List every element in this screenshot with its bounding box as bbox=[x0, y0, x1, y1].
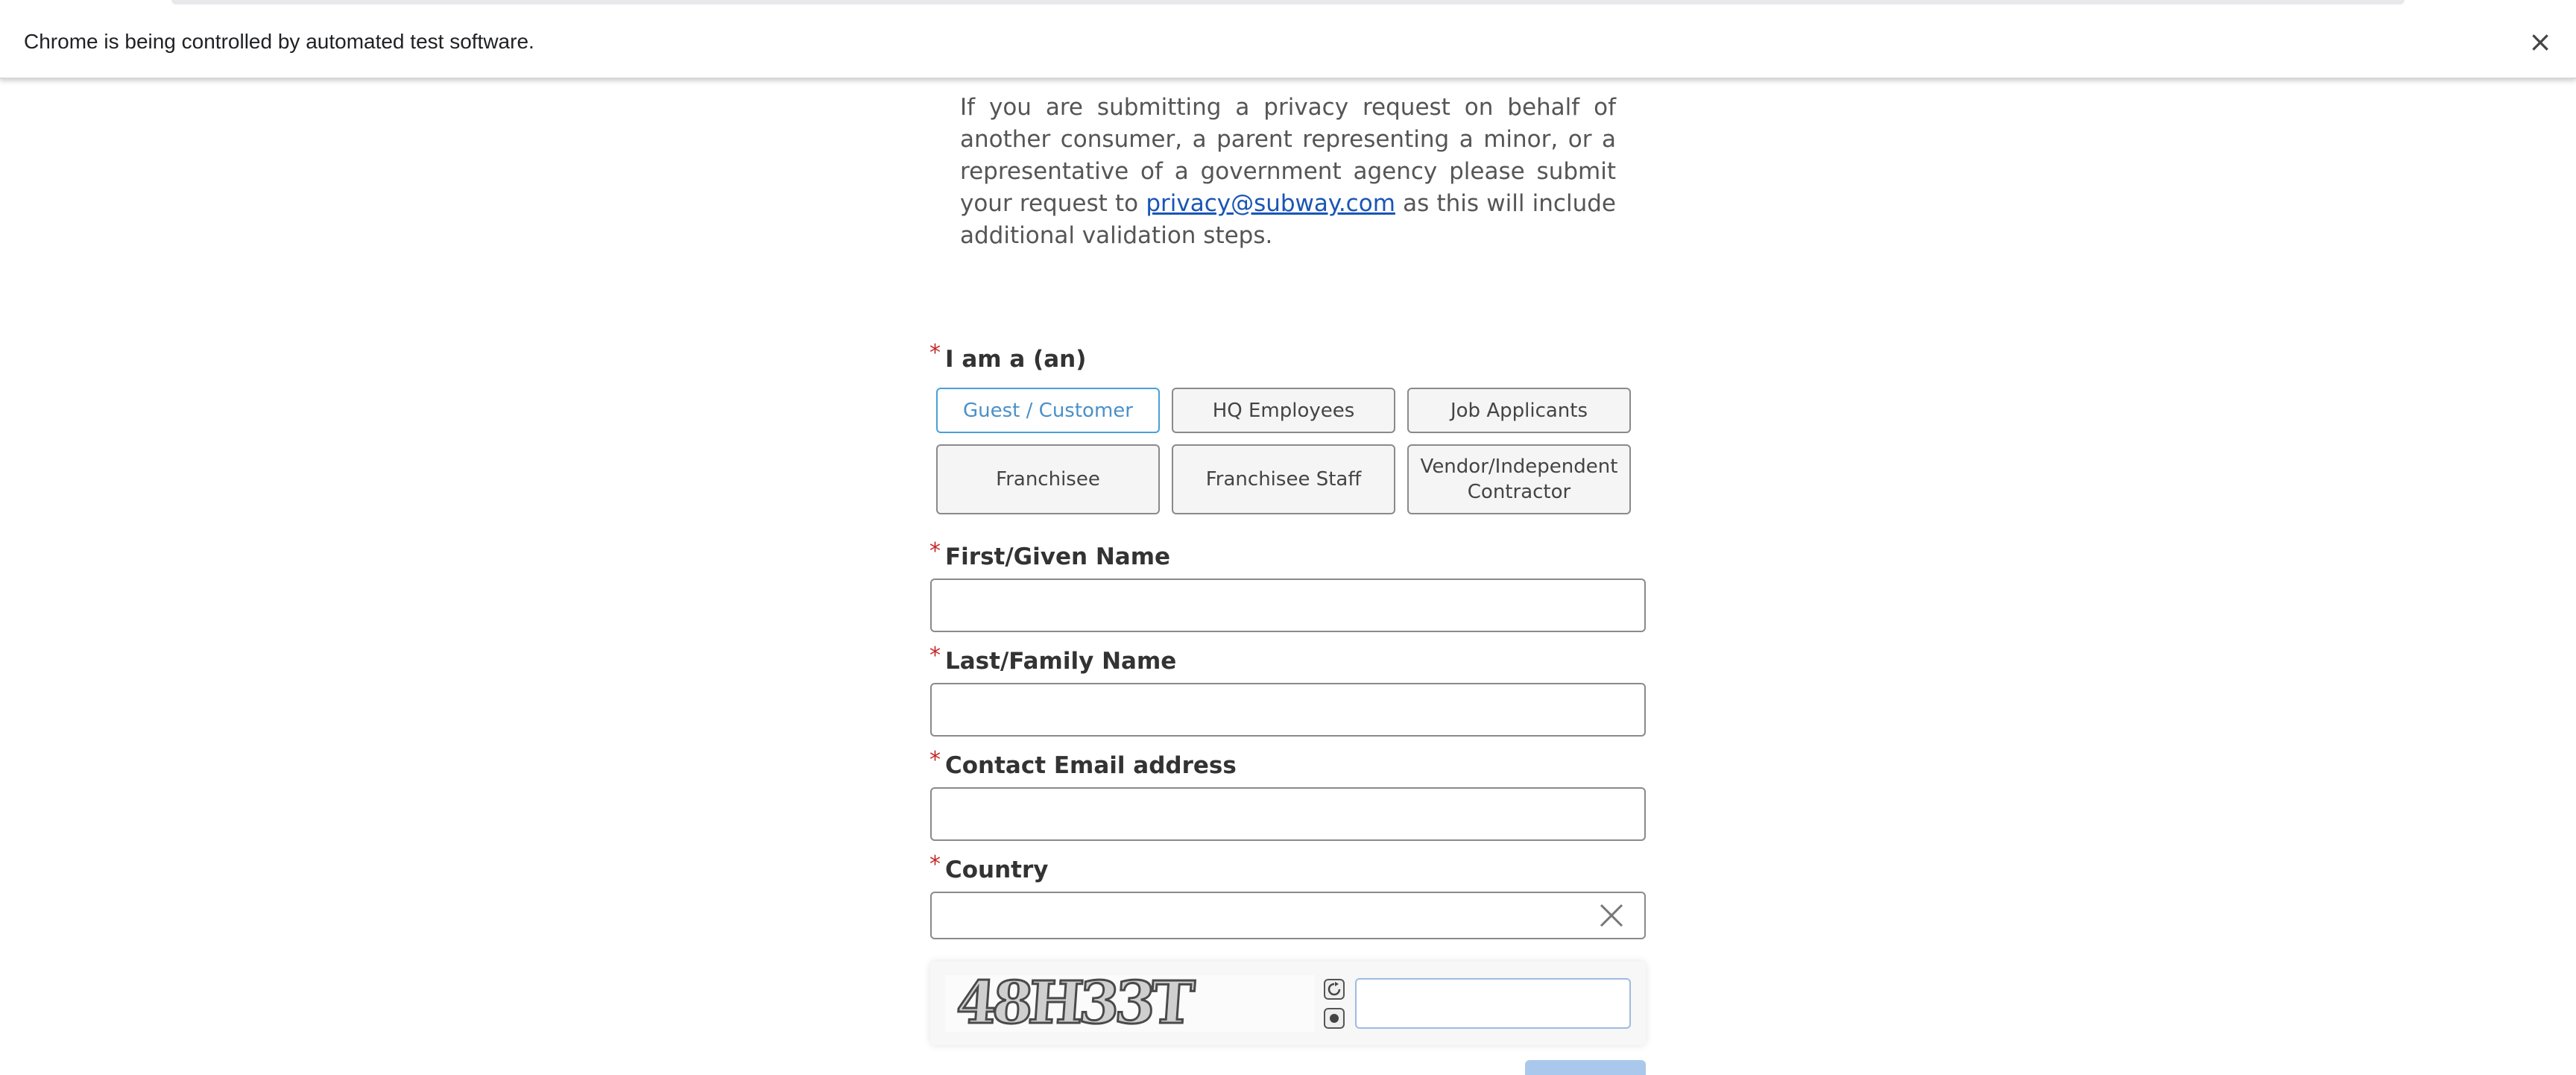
audio-icon[interactable] bbox=[1324, 1008, 1345, 1029]
captcha-image: 48H33T bbox=[945, 975, 1315, 1032]
last-name-label: Last/Family Name bbox=[945, 648, 1177, 675]
required-marker: * bbox=[929, 340, 941, 366]
submit-button[interactable] bbox=[1525, 1060, 1646, 1075]
option-hq-employees[interactable]: HQ Employees bbox=[1172, 388, 1395, 433]
first-name-input[interactable] bbox=[930, 579, 1646, 632]
option-job-applicants[interactable]: Job Applicants bbox=[1407, 388, 1631, 433]
captcha-input[interactable] bbox=[1355, 978, 1631, 1029]
requester-type-label: I am a (an) bbox=[945, 346, 1087, 373]
country-select[interactable] bbox=[930, 892, 1646, 939]
required-marker: * bbox=[929, 851, 941, 877]
email-input[interactable] bbox=[930, 787, 1646, 841]
option-franchisee-staff[interactable]: Franchisee Staff bbox=[1172, 444, 1395, 514]
privacy-email-link[interactable]: privacy@subway.com bbox=[1146, 190, 1395, 217]
option-franchisee[interactable]: Franchisee bbox=[936, 444, 1160, 514]
option-vendor-contractor[interactable]: Vendor/Independent Contractor bbox=[1407, 444, 1631, 514]
intro-paragraph: If you are submitting a privacy request … bbox=[960, 92, 1616, 252]
captcha-image-text: 48H33T bbox=[954, 975, 1196, 1032]
option-guest-customer[interactable]: Guest / Customer bbox=[936, 388, 1160, 433]
automation-message: Chrome is being controlled by automated … bbox=[24, 30, 534, 53]
country-label: Country bbox=[945, 857, 1049, 883]
required-marker: * bbox=[929, 747, 941, 773]
required-marker: * bbox=[929, 538, 941, 564]
last-name-input[interactable] bbox=[930, 683, 1646, 737]
first-name-label: First/Given Name bbox=[945, 543, 1171, 570]
clear-icon[interactable] bbox=[1595, 899, 1628, 932]
refresh-icon[interactable] bbox=[1324, 979, 1345, 1000]
browser-tabstrip bbox=[171, 0, 2405, 4]
required-marker: * bbox=[929, 643, 941, 669]
email-label: Contact Email address bbox=[945, 752, 1237, 779]
infobar-close-icon[interactable]: × bbox=[2524, 25, 2557, 58]
automation-infobar: Chrome is being controlled by automated … bbox=[0, 0, 2576, 79]
